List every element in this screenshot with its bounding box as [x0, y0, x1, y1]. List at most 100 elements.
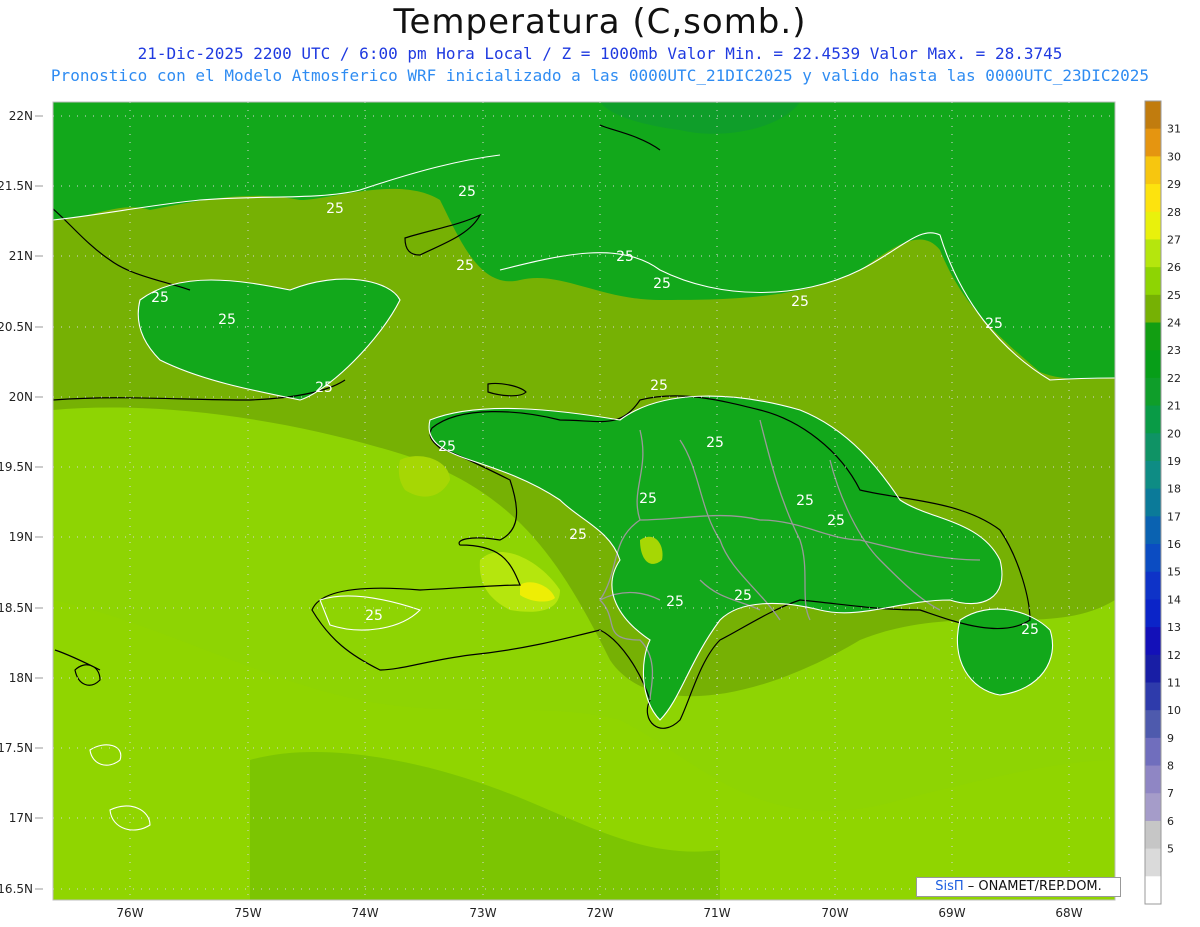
lat-tick: 19N — [9, 530, 33, 544]
temperature-field: 25 25 25 25 25 25 25 25 25 25 25 25 25 2… — [53, 102, 1115, 900]
color-scale-bar: 31 30 29 28 27 26 25 24 23 22 21 20 19 18 17 16 15 14 13 12… — [1145, 101, 1181, 905]
lat-tick: 16.5N — [0, 882, 33, 896]
color-scale-label: 28 — [1167, 206, 1181, 219]
color-swatch — [1145, 544, 1161, 573]
color-scale-label: 31 — [1167, 123, 1181, 136]
color-swatch — [1145, 156, 1161, 185]
color-swatch — [1145, 460, 1161, 490]
color-swatch — [1145, 433, 1161, 462]
credit-text: – ONAMET/REP.DOM. — [963, 879, 1102, 894]
color-scale-label: 29 — [1167, 178, 1181, 191]
color-scale-label: 24 — [1167, 317, 1181, 330]
color-swatch — [1145, 405, 1161, 434]
color-scale-label: 19 — [1167, 455, 1181, 468]
color-scale-label: 16 — [1167, 538, 1181, 551]
latitude-axis: 22N 21.5N 21N 20.5N 20N 19.5N 19N 18.5N … — [0, 109, 33, 896]
color-scale-label: 30 — [1167, 150, 1181, 163]
credit-box: SisΠ – ONAMET/REP.DOM. — [916, 877, 1121, 897]
contour-label: 25 — [1021, 622, 1039, 638]
color-swatch — [1145, 184, 1161, 213]
color-swatch — [1145, 128, 1161, 157]
color-swatch — [1145, 710, 1161, 739]
contour-label: 25 — [639, 491, 657, 507]
lat-tick: 19.5N — [0, 460, 33, 474]
contour-label: 25 — [326, 201, 344, 217]
color-swatch — [1145, 294, 1161, 324]
contour-label: 25 — [666, 594, 684, 610]
lat-tick: 18N — [9, 671, 33, 685]
color-scale-label: 13 — [1167, 621, 1181, 634]
lat-tick: 17N — [9, 811, 33, 825]
color-scale-label: 27 — [1167, 233, 1181, 246]
color-swatch — [1145, 211, 1161, 240]
longitude-axis: 76W 75W 74W 73W 72W 71W 70W 69W 68W — [116, 906, 1082, 920]
color-scale-label: 10 — [1167, 704, 1181, 717]
contour-label: 25 — [985, 316, 1003, 332]
contour-label: 25 — [458, 184, 476, 200]
color-swatch — [1145, 571, 1161, 600]
contour-label: 25 — [151, 290, 169, 306]
contour-label: 25 — [706, 435, 724, 451]
contour-label: 25 — [827, 513, 845, 529]
lon-tick: 75W — [234, 906, 261, 920]
lon-tick: 71W — [703, 906, 730, 920]
weather-map: 25 25 25 25 25 25 25 25 25 25 25 25 25 2… — [0, 100, 1181, 920]
contour-label: 25 — [650, 378, 668, 394]
contour-label: 25 — [365, 608, 383, 624]
contour-label: 25 — [438, 439, 456, 455]
color-scale-label: 25 — [1167, 289, 1181, 302]
color-scale-label: 17 — [1167, 510, 1181, 523]
color-swatch — [1145, 516, 1161, 545]
contour-label: 25 — [734, 588, 752, 604]
lat-tick-marks — [35, 115, 43, 890]
color-scale-label: 23 — [1167, 344, 1181, 357]
lon-tick: 72W — [586, 906, 613, 920]
color-scale-label: 21 — [1167, 400, 1181, 413]
contour-label: 25 — [791, 294, 809, 310]
lat-tick: 21.5N — [0, 179, 33, 193]
lat-tick: 18.5N — [0, 601, 33, 615]
color-swatch — [1145, 101, 1161, 130]
color-swatch — [1145, 350, 1161, 379]
color-swatch — [1145, 820, 1161, 850]
color-scale-label: 5 — [1167, 843, 1174, 856]
contour-label: 25 — [616, 249, 634, 265]
color-swatch — [1145, 737, 1161, 767]
contour-label: 25 — [456, 258, 474, 274]
color-swatch — [1145, 848, 1161, 877]
lon-tick: 74W — [351, 906, 378, 920]
color-swatch — [1145, 793, 1161, 822]
lon-tick: 70W — [821, 906, 848, 920]
color-scale-label: 9 — [1167, 732, 1174, 745]
contour-label: 25 — [218, 312, 236, 328]
color-scale-label: 18 — [1167, 483, 1181, 496]
color-scale-label: 11 — [1167, 676, 1181, 689]
color-scale-label: 7 — [1167, 787, 1174, 800]
lon-tick: 73W — [469, 906, 496, 920]
contour-label: 25 — [569, 527, 587, 543]
color-swatch — [1145, 377, 1161, 407]
color-swatch — [1145, 488, 1161, 517]
color-scale-label: 14 — [1167, 593, 1181, 606]
color-scale-label: 8 — [1167, 760, 1174, 773]
lon-tick: 68W — [1055, 906, 1082, 920]
color-scale-label: 15 — [1167, 566, 1181, 579]
color-swatch — [1145, 682, 1161, 711]
contour-label: 25 — [653, 276, 671, 292]
color-swatch — [1145, 599, 1161, 628]
color-swatch — [1145, 627, 1161, 656]
lat-tick: 20N — [9, 390, 33, 404]
color-swatch — [1145, 654, 1161, 683]
color-swatch — [1145, 239, 1161, 268]
color-scale-label: 6 — [1167, 815, 1174, 828]
lat-tick: 22N — [9, 109, 33, 123]
color-swatch — [1145, 322, 1161, 351]
color-scale-label: 12 — [1167, 649, 1181, 662]
lat-tick: 21N — [9, 249, 33, 263]
sispi-logo: SisΠ — [935, 879, 964, 894]
color-scale-label: 22 — [1167, 372, 1181, 385]
contour-label: 25 — [315, 380, 333, 396]
lon-tick: 69W — [938, 906, 965, 920]
color-swatch — [1145, 267, 1161, 296]
lat-tick: 17.5N — [0, 741, 33, 755]
